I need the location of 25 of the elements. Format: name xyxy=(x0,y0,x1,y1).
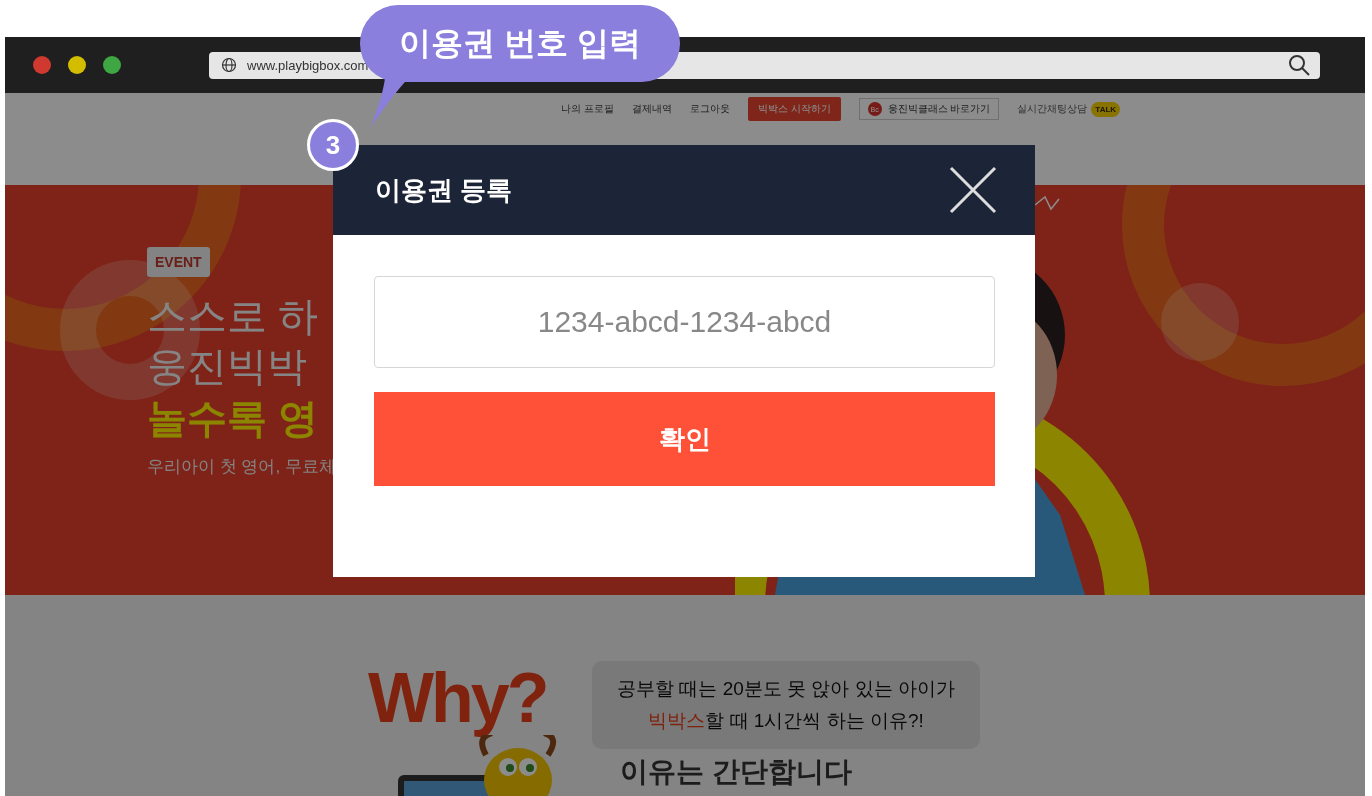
globe-icon xyxy=(221,57,237,73)
talk-badge: TALK xyxy=(1091,101,1121,117)
why-heading: Why? xyxy=(368,661,548,735)
minimize-window-icon[interactable] xyxy=(68,56,86,74)
banner-subtitle: 우리아이 첫 영어, 무료체 xyxy=(147,456,336,478)
banner-headline: 웅진빅박 xyxy=(147,343,307,390)
start-button[interactable]: 빅박스 시작하기 xyxy=(747,97,841,121)
nav-link[interactable]: 나의 프로필 xyxy=(561,102,614,116)
url-text: www.playbigbox.com xyxy=(247,57,370,73)
bubble-text: 빅박스할 때 1시간씩 하는 이유?! xyxy=(648,709,924,733)
search-icon[interactable] xyxy=(1288,54,1310,76)
close-window-icon[interactable] xyxy=(33,56,51,74)
bubble-text: 공부할 때는 20분도 못 앉아 있는 아이가 xyxy=(617,677,955,701)
chat-link[interactable]: 실시간채팅상담 xyxy=(1017,102,1088,116)
dialog-title: 이용권 등록 xyxy=(375,173,513,207)
answer-heading: 이유는 간단합니다 xyxy=(620,755,853,789)
voucher-code-field[interactable]: 1234-abcd-1234-abcd xyxy=(374,276,995,368)
maximize-window-icon[interactable] xyxy=(103,56,121,74)
confirm-button[interactable]: 확인 xyxy=(374,392,995,486)
nav-link[interactable]: 로그아웃 xyxy=(689,102,730,116)
close-icon[interactable] xyxy=(949,166,997,214)
nav-link[interactable]: 결제내역 xyxy=(631,102,672,116)
banner-headline: 스스로 하 xyxy=(147,293,319,340)
event-tag: EVENT xyxy=(147,247,210,277)
banner-highlight: 놀수록 영 xyxy=(147,395,319,442)
